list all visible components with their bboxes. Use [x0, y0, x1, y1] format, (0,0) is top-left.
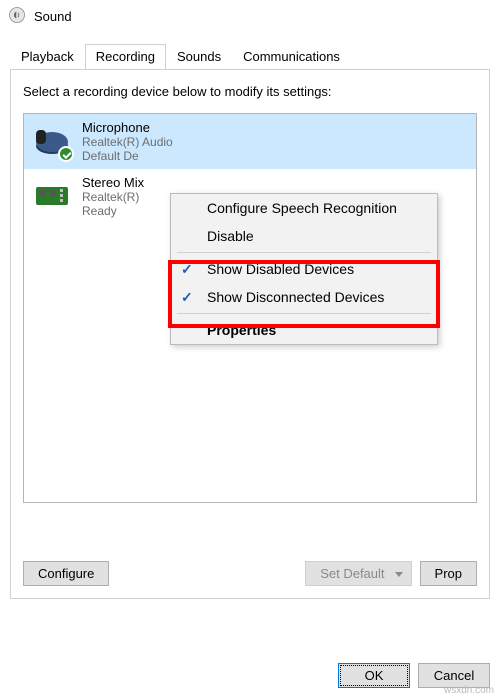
- set-default-button[interactable]: Set Default: [305, 561, 411, 586]
- menu-separator: [177, 252, 431, 253]
- device-name: Microphone: [82, 120, 173, 135]
- menu-show-disabled[interactable]: Show Disabled Devices: [171, 255, 437, 283]
- instruction-text: Select a recording device below to modif…: [23, 84, 477, 99]
- tab-playback[interactable]: Playback: [10, 44, 85, 70]
- device-labels: Stereo Mix Realtek(R) Ready: [82, 175, 144, 218]
- soundcard-icon: [32, 175, 72, 215]
- properties-button[interactable]: Prop: [420, 561, 477, 586]
- device-driver: Realtek(R) Audio: [82, 135, 173, 149]
- configure-button[interactable]: Configure: [23, 561, 109, 586]
- set-default-label: Set Default: [320, 566, 384, 581]
- device-status: Ready: [82, 204, 144, 218]
- tab-sounds[interactable]: Sounds: [166, 44, 232, 70]
- device-microphone[interactable]: Microphone Realtek(R) Audio Default De: [24, 114, 476, 169]
- default-badge-icon: [58, 146, 74, 162]
- titlebar: Sound: [0, 0, 500, 33]
- window-title: Sound: [34, 9, 72, 24]
- device-name: Stereo Mix: [82, 175, 144, 190]
- microphone-icon: [32, 120, 72, 160]
- sound-icon: [8, 6, 26, 27]
- menu-show-disconnected[interactable]: Show Disconnected Devices: [171, 283, 437, 311]
- tabs-bar: Playback Recording Sounds Communications: [0, 33, 500, 69]
- ok-button[interactable]: OK: [338, 663, 410, 688]
- panel-button-row: Configure Set Default Prop: [23, 561, 477, 586]
- menu-properties[interactable]: Properties: [171, 316, 437, 344]
- tab-recording[interactable]: Recording: [85, 44, 166, 70]
- watermark: wsxdn.com: [444, 685, 494, 696]
- menu-configure-speech[interactable]: Configure Speech Recognition: [171, 194, 437, 222]
- device-status: Default De: [82, 149, 173, 163]
- menu-separator: [177, 313, 431, 314]
- tab-communications[interactable]: Communications: [232, 44, 351, 70]
- device-labels: Microphone Realtek(R) Audio Default De: [82, 120, 173, 163]
- context-menu: Configure Speech Recognition Disable Sho…: [170, 193, 438, 345]
- menu-disable[interactable]: Disable: [171, 222, 437, 250]
- device-driver: Realtek(R): [82, 190, 144, 204]
